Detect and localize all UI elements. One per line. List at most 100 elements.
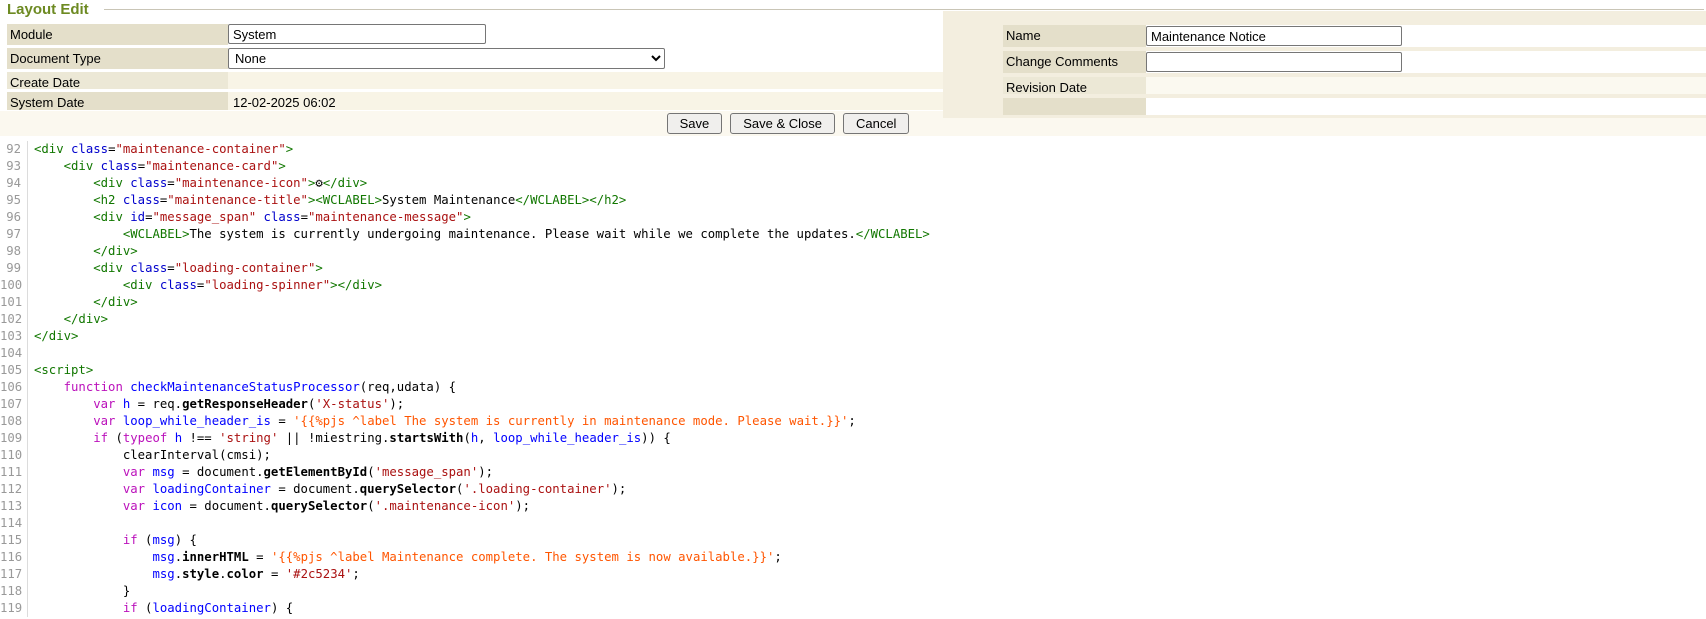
document-type-select[interactable]: None bbox=[228, 48, 665, 69]
field-row-spacer bbox=[1003, 98, 1706, 115]
field-row-module: Module bbox=[7, 24, 943, 45]
code-line[interactable]: 110 clearInterval(cmsi); bbox=[0, 447, 1706, 464]
line-number: 105 bbox=[0, 362, 28, 379]
line-number: 101 bbox=[0, 294, 28, 311]
code-line[interactable]: 117 msg.style.color = '#2c5234'; bbox=[0, 566, 1706, 583]
code-line[interactable]: 99 <div class="loading-container"> bbox=[0, 260, 1706, 277]
field-row-document-type: Document TypeNone bbox=[7, 48, 943, 69]
code-line-content: var icon = document.querySelector('.main… bbox=[34, 498, 530, 515]
field-value-name bbox=[1146, 25, 1706, 47]
code-line[interactable]: 94 <div class="maintenance-icon">⚙</div> bbox=[0, 175, 1706, 192]
line-number: 111 bbox=[0, 464, 28, 481]
code-line[interactable]: 93 <div class="maintenance-card"> bbox=[0, 158, 1706, 175]
form-right: Name Change Comments Revision Date bbox=[943, 11, 1706, 118]
code-line-content: </div> bbox=[34, 311, 108, 328]
field-value-spacer bbox=[1146, 98, 1706, 115]
code-line-content: function checkMaintenanceStatusProcessor… bbox=[34, 379, 456, 396]
code-line[interactable]: 96 <div id="message_span" class="mainten… bbox=[0, 209, 1706, 226]
field-row-create-date: Create Date bbox=[7, 72, 943, 89]
code-line[interactable]: 114 bbox=[0, 515, 1706, 532]
field-label-change-comments: Change Comments bbox=[1003, 51, 1146, 73]
code-line-content: <div class="maintenance-icon">⚙</div> bbox=[34, 175, 367, 192]
line-number: 108 bbox=[0, 413, 28, 430]
line-number: 117 bbox=[0, 566, 28, 583]
line-number: 115 bbox=[0, 532, 28, 549]
code-line-content: </div> bbox=[34, 294, 138, 311]
line-number: 116 bbox=[0, 549, 28, 566]
code-line-content: } bbox=[34, 583, 130, 600]
code-line[interactable]: 106 function checkMaintenanceStatusProce… bbox=[0, 379, 1706, 396]
field-value-module bbox=[228, 24, 943, 45]
page-title: Layout Edit bbox=[7, 1, 89, 18]
field-label-create-date: Create Date bbox=[7, 72, 228, 89]
code-line-content: var loop_while_header_is = '{{%pjs ^labe… bbox=[34, 413, 856, 430]
line-number: 114 bbox=[0, 515, 28, 532]
code-line[interactable]: 118 } bbox=[0, 583, 1706, 600]
field-label-system-date: System Date bbox=[7, 92, 228, 110]
code-line[interactable]: 104 bbox=[0, 345, 1706, 362]
code-line[interactable]: 102 </div> bbox=[0, 311, 1706, 328]
field-row-name: Name bbox=[1003, 25, 1706, 47]
field-row-revision-date: Revision Date bbox=[1003, 77, 1706, 94]
line-number: 96 bbox=[0, 209, 28, 226]
code-line[interactable]: 95 <h2 class="maintenance-title"><WCLABE… bbox=[0, 192, 1706, 209]
code-line-content: <div class="maintenance-card"> bbox=[34, 158, 286, 175]
field-label-document-type: Document Type bbox=[7, 48, 228, 69]
code-line[interactable]: 97 <WCLABEL>The system is currently unde… bbox=[0, 226, 1706, 243]
field-value-create-date bbox=[228, 72, 943, 89]
line-number: 100 bbox=[0, 277, 28, 294]
code-line-content: var msg = document.getElementById('messa… bbox=[34, 464, 493, 481]
form-left: ModuleDocument TypeNoneCreate DateSystem… bbox=[7, 24, 943, 113]
code-line-content: if (msg) { bbox=[34, 532, 197, 549]
line-number: 94 bbox=[0, 175, 28, 192]
save-button[interactable]: Save bbox=[667, 113, 723, 134]
code-line[interactable]: 119 if (loadingContainer) { bbox=[0, 600, 1706, 617]
code-line-content: msg.style.color = '#2c5234'; bbox=[34, 566, 360, 583]
code-line[interactable]: 92 <div class="maintenance-container"> bbox=[0, 141, 1706, 158]
code-line-content: var loadingContainer = document.querySel… bbox=[34, 481, 626, 498]
code-line[interactable]: 109 if (typeof h !== 'string' || !miestr… bbox=[0, 430, 1706, 447]
code-line[interactable]: 108 var loop_while_header_is = '{{%pjs ^… bbox=[0, 413, 1706, 430]
code-line-content: </div> bbox=[34, 328, 78, 345]
code-line[interactable]: 98 </div> bbox=[0, 243, 1706, 260]
code-line-content: <div class="maintenance-container"> bbox=[34, 141, 293, 158]
field-label-name: Name bbox=[1003, 25, 1146, 47]
code-line[interactable]: 107 var h = req.getResponseHeader('X-sta… bbox=[0, 396, 1706, 413]
code-line[interactable]: 103 </div> bbox=[0, 328, 1706, 345]
save-and-close-button[interactable]: Save & Close bbox=[730, 113, 835, 134]
code-line[interactable]: 101 </div> bbox=[0, 294, 1706, 311]
line-number: 95 bbox=[0, 192, 28, 209]
code-line[interactable]: 115 if (msg) { bbox=[0, 532, 1706, 549]
code-line[interactable]: 105 <script> bbox=[0, 362, 1706, 379]
line-number: 112 bbox=[0, 481, 28, 498]
code-editor[interactable]: 92 <div class="maintenance-container">93 … bbox=[0, 136, 1706, 619]
line-number: 118 bbox=[0, 583, 28, 600]
code-line-content: var h = req.getResponseHeader('X-status'… bbox=[34, 396, 404, 413]
line-number: 102 bbox=[0, 311, 28, 328]
code-line[interactable]: 112 var loadingContainer = document.quer… bbox=[0, 481, 1706, 498]
name-input[interactable] bbox=[1146, 26, 1402, 46]
line-number: 119 bbox=[0, 600, 28, 617]
field-value-system-date: 12-02-2025 06:02 bbox=[228, 92, 943, 110]
line-number: 97 bbox=[0, 226, 28, 243]
code-line[interactable]: 116 msg.innerHTML = '{{%pjs ^label Maint… bbox=[0, 549, 1706, 566]
code-line-content: <div class="loading-spinner"></div> bbox=[34, 277, 382, 294]
line-number: 103 bbox=[0, 328, 28, 345]
code-line[interactable]: 113 var icon = document.querySelector('.… bbox=[0, 498, 1706, 515]
line-number: 92 bbox=[0, 141, 28, 158]
code-line-content: if (typeof h !== 'string' || !miestring.… bbox=[34, 430, 671, 447]
cancel-button[interactable]: Cancel bbox=[843, 113, 909, 134]
code-line-content: <div id="message_span" class="maintenanc… bbox=[34, 209, 471, 226]
module-input[interactable] bbox=[228, 24, 486, 44]
code-line-content: clearInterval(cmsi); bbox=[34, 447, 271, 464]
line-number: 93 bbox=[0, 158, 28, 175]
code-line-content: <script> bbox=[34, 362, 93, 379]
line-number: 110 bbox=[0, 447, 28, 464]
change-comments-input[interactable] bbox=[1146, 52, 1402, 72]
layout-edit-form: Layout Edit Save Save & Close Cancel Mod… bbox=[0, 0, 1706, 136]
field-row-system-date: System Date12-02-2025 06:02 bbox=[7, 92, 943, 110]
code-line[interactable]: 111 var msg = document.getElementById('m… bbox=[0, 464, 1706, 481]
code-line-content: <h2 class="maintenance-title"><WCLABEL>S… bbox=[34, 192, 626, 209]
code-line[interactable]: 100 <div class="loading-spinner"></div> bbox=[0, 277, 1706, 294]
legend-divider bbox=[104, 9, 1704, 10]
